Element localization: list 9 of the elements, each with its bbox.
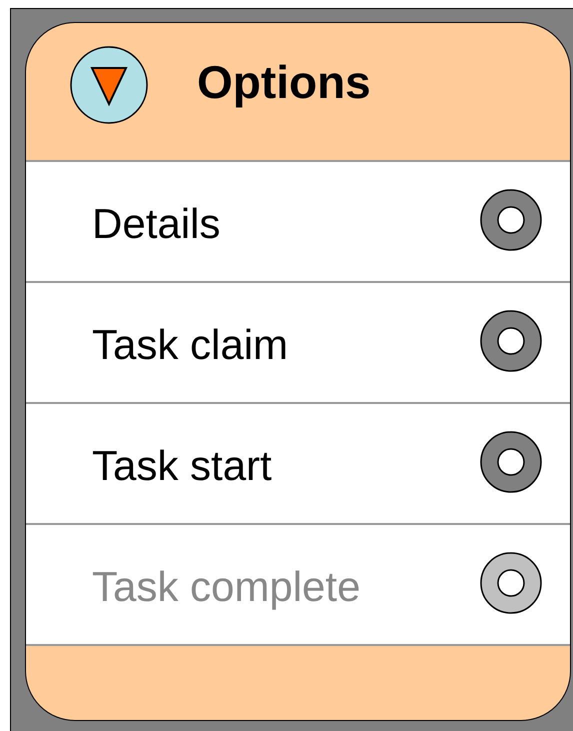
panel-title: Options — [197, 55, 371, 110]
radio-icon — [480, 431, 542, 493]
radio-icon — [480, 310, 542, 372]
menu-item[interactable]: Task start — [26, 402, 570, 523]
menu-item[interactable]: Details — [26, 160, 570, 281]
menu-item[interactable]: Task claim — [26, 281, 570, 402]
dropdown-icon[interactable] — [70, 46, 148, 124]
radio-icon — [480, 189, 542, 251]
radio-icon — [480, 552, 542, 614]
